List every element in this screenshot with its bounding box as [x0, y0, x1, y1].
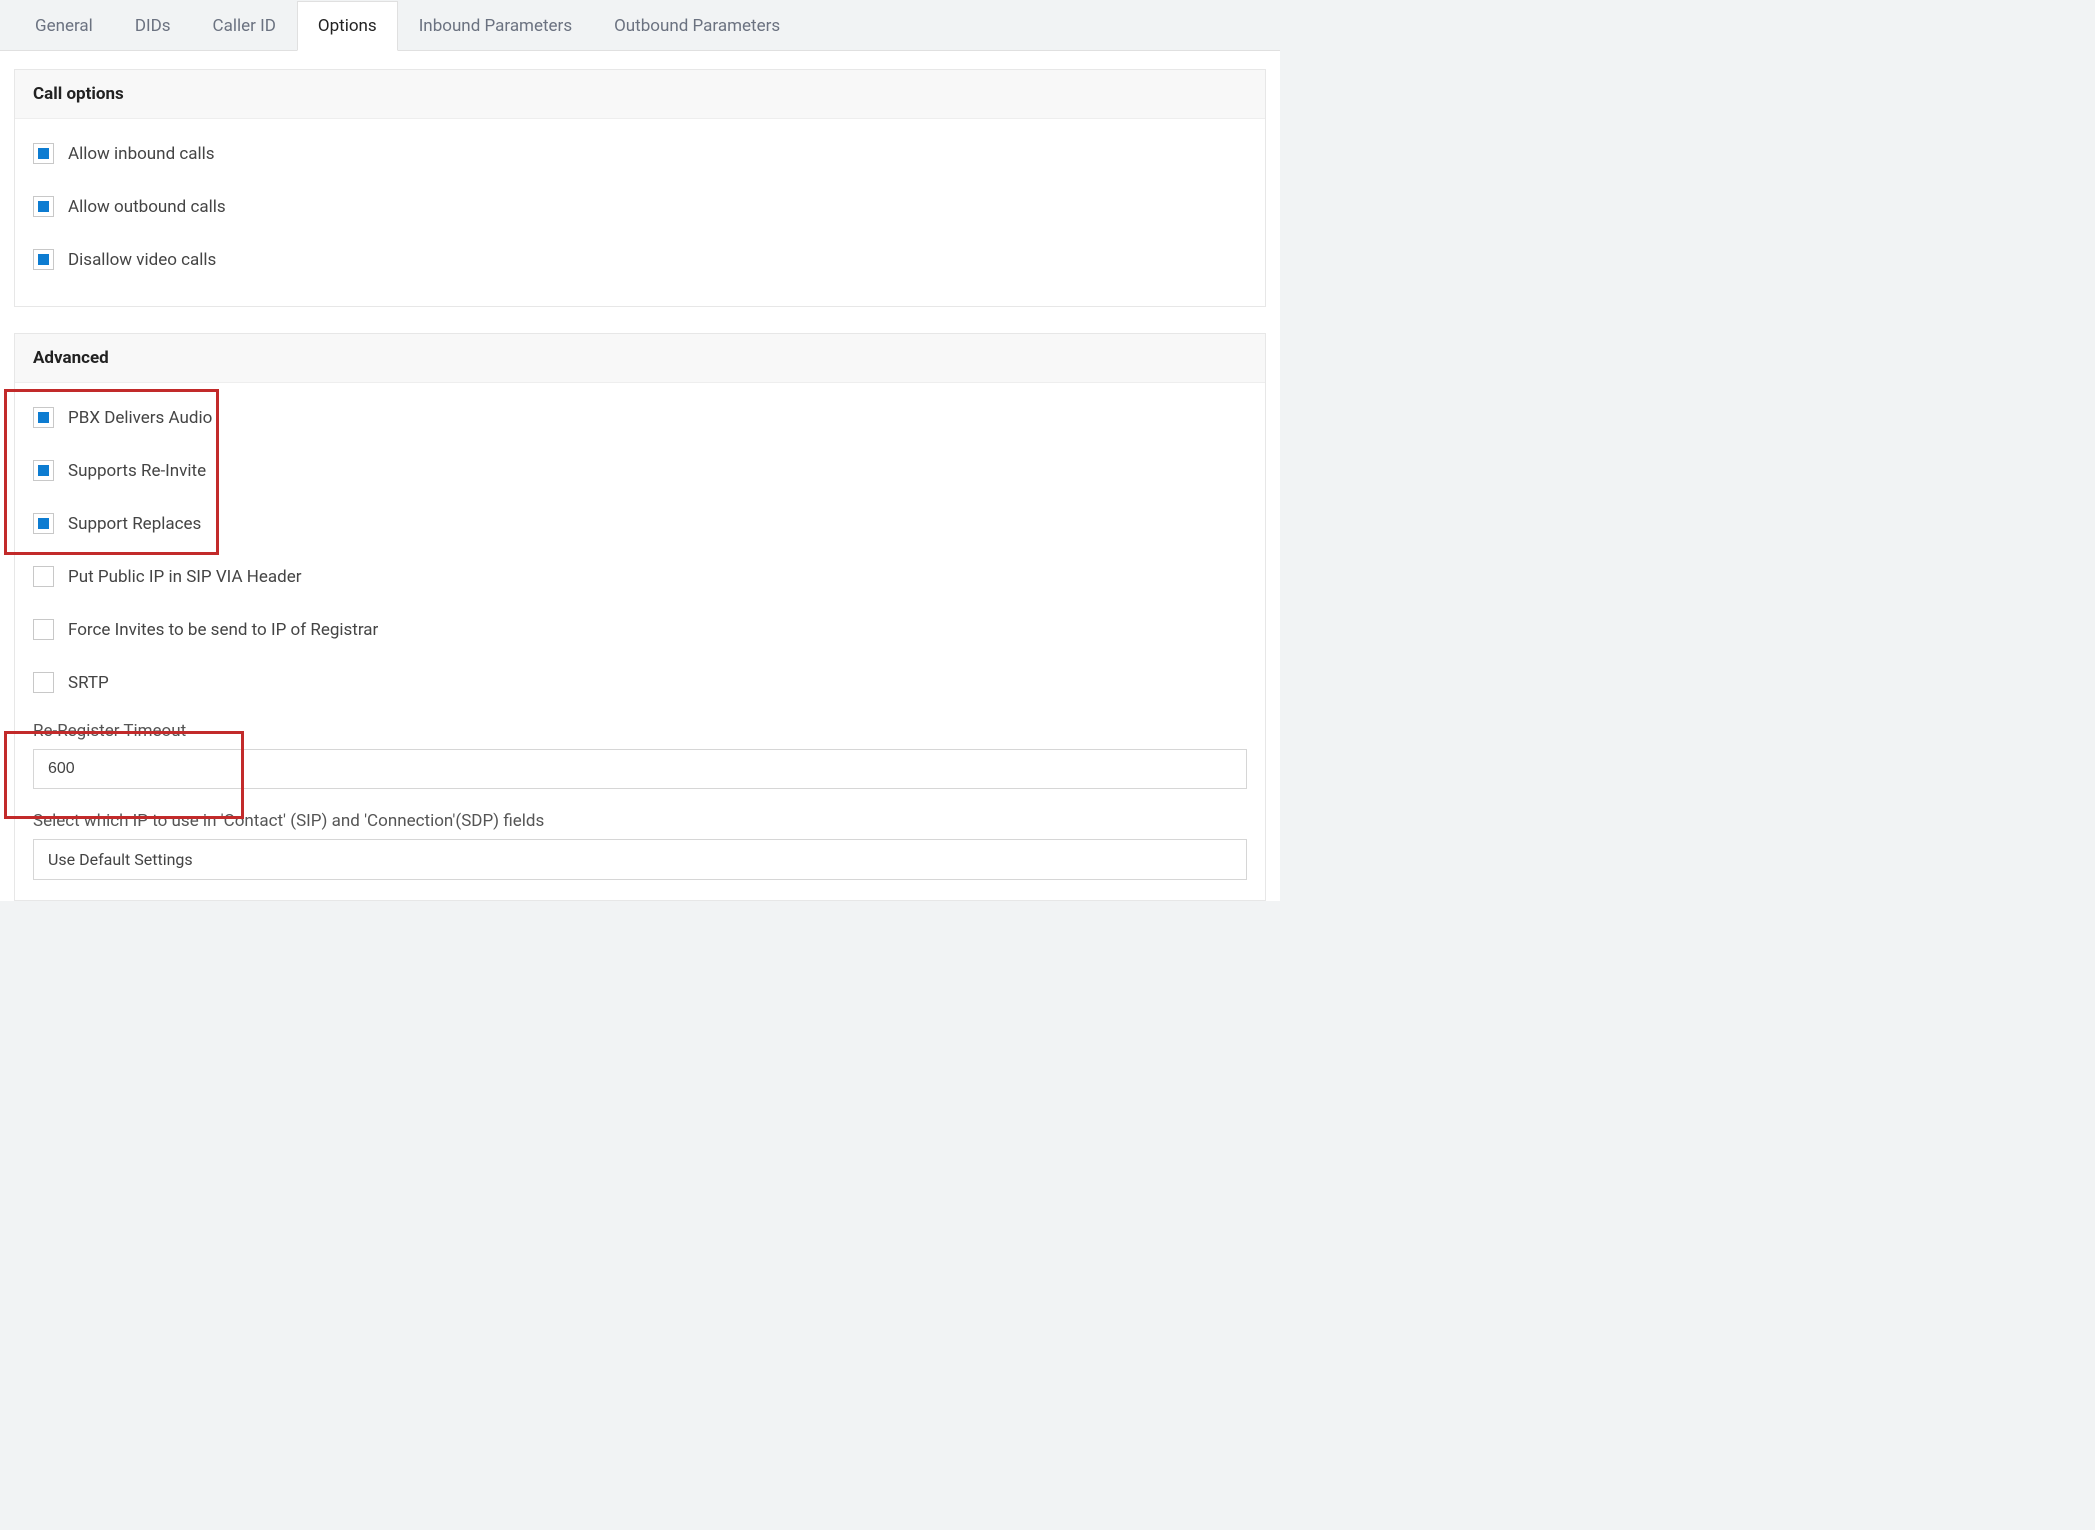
- checkbox-allow-inbound-label[interactable]: Allow inbound calls: [68, 144, 215, 164]
- checkbox-public-ip-sip-via-label[interactable]: Put Public IP in SIP VIA Header: [68, 567, 302, 587]
- tab-options[interactable]: Options: [297, 1, 398, 51]
- checkbox-allow-outbound[interactable]: [33, 196, 54, 217]
- checkbox-support-replaces[interactable]: [33, 513, 54, 534]
- panel-call-options-header: Call options: [15, 70, 1265, 119]
- reregister-timeout-label: Re-Register Timeout: [33, 721, 1247, 741]
- tab-general[interactable]: General: [14, 1, 114, 51]
- checkbox-public-ip-sip-via[interactable]: [33, 566, 54, 587]
- tab-caller-id[interactable]: Caller ID: [192, 1, 297, 51]
- checkbox-allow-inbound[interactable]: [33, 143, 54, 164]
- checkbox-force-invites-registrar[interactable]: [33, 619, 54, 640]
- panel-advanced-header: Advanced: [15, 334, 1265, 383]
- checkbox-srtp[interactable]: [33, 672, 54, 693]
- checkbox-srtp-label[interactable]: SRTP: [68, 673, 109, 693]
- tab-outbound-parameters[interactable]: Outbound Parameters: [593, 1, 801, 51]
- reregister-timeout-input[interactable]: [33, 749, 1247, 789]
- checkbox-pbx-delivers-audio-label[interactable]: PBX Delivers Audio: [68, 408, 212, 428]
- checkbox-supports-reinvite-label[interactable]: Supports Re-Invite: [68, 461, 206, 481]
- checkbox-disallow-video[interactable]: [33, 249, 54, 270]
- ip-select-dropdown[interactable]: Use Default Settings: [33, 839, 1247, 880]
- checkbox-pbx-delivers-audio[interactable]: [33, 407, 54, 428]
- options-content: Call options Allow inbound calls Allow o…: [0, 51, 1280, 901]
- tab-dids[interactable]: DIDs: [114, 1, 192, 51]
- checkbox-force-invites-registrar-label[interactable]: Force Invites to be send to IP of Regist…: [68, 620, 378, 640]
- checkbox-supports-reinvite[interactable]: [33, 460, 54, 481]
- checkbox-allow-outbound-label[interactable]: Allow outbound calls: [68, 197, 226, 217]
- checkbox-support-replaces-label[interactable]: Support Replaces: [68, 514, 201, 534]
- checkbox-disallow-video-label[interactable]: Disallow video calls: [68, 250, 216, 270]
- panel-call-options: Call options Allow inbound calls Allow o…: [14, 69, 1266, 307]
- tab-inbound-parameters[interactable]: Inbound Parameters: [398, 1, 593, 51]
- panel-advanced: Advanced PBX Delivers Audio Supports Re-…: [14, 333, 1266, 901]
- ip-select-label: Select which IP to use in 'Contact' (SIP…: [33, 811, 1247, 831]
- tab-bar: General DIDs Caller ID Options Inbound P…: [0, 0, 1280, 51]
